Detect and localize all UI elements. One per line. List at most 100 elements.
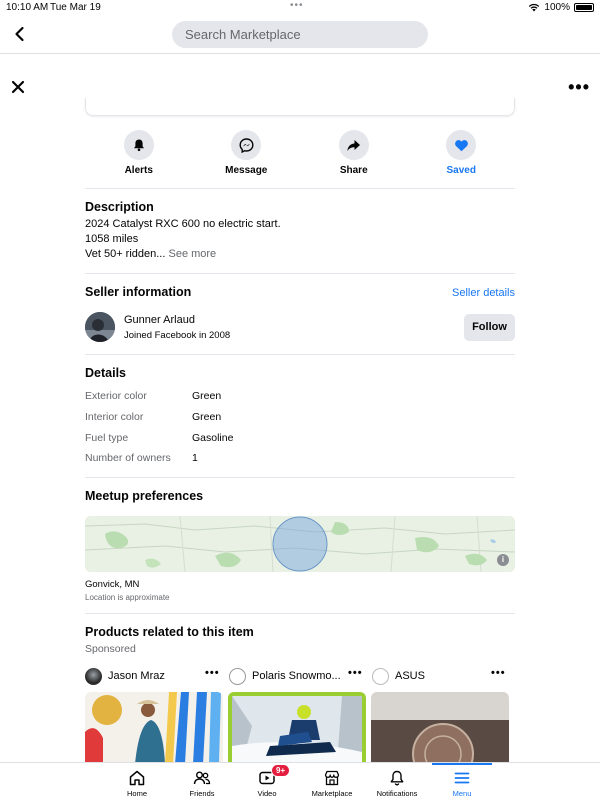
wifi-icon (529, 3, 540, 12)
tab-marketplace[interactable]: Marketplace (302, 769, 362, 798)
avatar-image (85, 312, 115, 342)
seller-joined: Joined Facebook in 2008 (124, 330, 231, 341)
battery-percent: 100% (544, 2, 570, 13)
message-label: Message (225, 165, 268, 176)
home-icon (129, 770, 145, 786)
divider (85, 477, 515, 478)
detail-key: Fuel type (85, 432, 129, 444)
tab-label: Marketplace (311, 789, 353, 798)
seller-title: Seller information (85, 285, 192, 299)
detail-value: 1 (192, 452, 198, 464)
saved-circle (446, 130, 477, 160)
description-title: Description (85, 200, 154, 214)
ad-image[interactable] (371, 692, 509, 764)
ad-image-art (85, 692, 223, 764)
detail-key: Number of owners (85, 452, 171, 464)
share-icon (347, 139, 361, 151)
alerts-circle (123, 130, 154, 160)
related-title: Products related to this item (85, 625, 254, 639)
ad-name: Jason Mraz (108, 670, 165, 682)
seller-name[interactable]: Gunner Arlaud (124, 314, 195, 326)
video-badge: 9+ (271, 764, 291, 777)
top-nav: Search Marketplace (0, 14, 600, 54)
ad-image[interactable] (85, 692, 223, 764)
tab-friends[interactable]: Friends (172, 769, 232, 798)
seller-details-link[interactable]: Seller details (452, 287, 515, 299)
ad-image-art (232, 696, 362, 764)
details-title: Details (85, 366, 126, 380)
message-button[interactable]: Message (193, 130, 301, 188)
map-info-icon[interactable]: i (497, 554, 509, 566)
tab-menu[interactable]: Menu (432, 769, 492, 798)
multitask-dots-icon[interactable]: ••• (290, 0, 304, 11)
more-options-button[interactable]: ••• (568, 78, 590, 96)
ad-more-button[interactable]: ••• (205, 667, 220, 679)
detail-value: Green (192, 390, 222, 402)
divider (85, 188, 515, 189)
bell-icon (390, 770, 404, 786)
ad-name: ASUS (395, 670, 425, 682)
tab-bar: Home Friends 9+ Video Marketplace Notifi… (0, 762, 600, 800)
share-circle (338, 130, 369, 160)
meetup-map[interactable]: i (85, 516, 515, 572)
close-button[interactable] (10, 79, 26, 95)
tab-label: Friends (189, 789, 215, 798)
bell-icon (133, 139, 144, 152)
ad-image[interactable] (228, 692, 366, 764)
status-right: 100% (528, 2, 594, 13)
description-line: 2024 Catalyst RXC 600 no electric start. (85, 218, 281, 230)
description-line: 1058 miles (85, 233, 139, 245)
back-button[interactable] (10, 24, 30, 44)
ad-more-button[interactable]: ••• (491, 667, 506, 679)
ad-avatar (229, 667, 246, 685)
tab-label: Notifications (376, 789, 418, 798)
meetup-title: Meetup preferences (85, 489, 204, 503)
alerts-label: Alerts (124, 165, 153, 176)
share-label: Share (339, 165, 368, 176)
chevron-left-icon (15, 26, 24, 42)
detail-value: Gasoline (192, 432, 234, 444)
saved-button[interactable]: Saved (408, 130, 516, 188)
tab-notifications[interactable]: Notifications (367, 769, 427, 798)
seller-avatar[interactable] (85, 312, 115, 342)
menu-icon (454, 772, 470, 784)
marketplace-icon (324, 770, 340, 786)
ad-avatar (372, 667, 389, 685)
detail-key: Interior color (85, 411, 144, 423)
divider (85, 273, 515, 274)
status-bar: 10:10 AM Tue Mar 19 ••• 100% (0, 0, 600, 14)
status-time: 10:10 AM (6, 2, 49, 13)
heart-icon (454, 139, 468, 151)
description-line-3: Vet 50+ ridden... See more (85, 247, 281, 262)
action-row: Alerts Message Share Saved (85, 130, 515, 188)
tab-label: Menu (452, 789, 472, 798)
ad-header[interactable]: ASUS (372, 667, 425, 685)
sponsored-label: Sponsored (85, 643, 136, 655)
see-more-link[interactable]: See more (168, 248, 216, 260)
ad-avatar (85, 667, 102, 685)
map-image (85, 516, 515, 572)
tab-home[interactable]: Home (107, 769, 167, 798)
ad-header[interactable]: Polaris Snowmo... (229, 667, 341, 685)
follow-button[interactable]: Follow (464, 314, 515, 341)
active-tab-indicator (432, 763, 492, 765)
saved-label: Saved (446, 165, 476, 176)
search-input[interactable]: Search Marketplace (172, 21, 428, 48)
divider (85, 613, 515, 614)
ad-more-button[interactable]: ••• (348, 667, 363, 679)
meetup-location: Gonvick, MN (85, 579, 140, 590)
ad-name: Polaris Snowmo... (252, 670, 341, 682)
tab-label: Home (126, 789, 147, 798)
battery-icon (574, 3, 594, 12)
description-body: 2024 Catalyst RXC 600 no electric start.… (85, 217, 281, 262)
location-note: Location is approximate (85, 593, 170, 602)
message-circle (231, 130, 262, 160)
alerts-button[interactable]: Alerts (85, 130, 193, 188)
detail-key: Exterior color (85, 390, 147, 402)
detail-value: Green (192, 411, 222, 423)
ad-header[interactable]: Jason Mraz (85, 667, 165, 685)
messenger-icon (239, 137, 254, 153)
share-button[interactable]: Share (300, 130, 408, 188)
tab-video[interactable]: 9+ Video (237, 764, 297, 798)
listing-card-bottom (85, 98, 515, 116)
